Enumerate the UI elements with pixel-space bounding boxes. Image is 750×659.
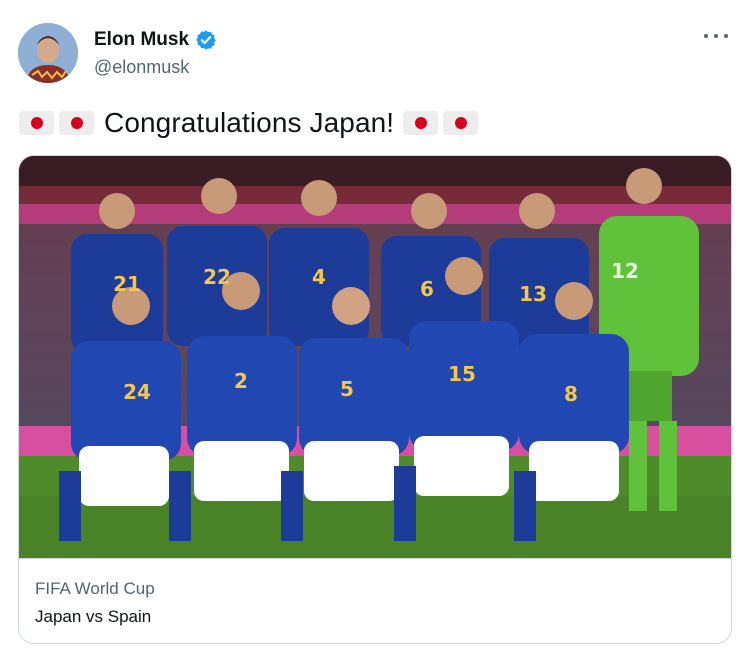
tweet-text: Congratulations Japan!: [104, 107, 395, 138]
jersey-number: 12: [611, 259, 639, 283]
jersey-number: 8: [564, 382, 578, 406]
dot-icon: [714, 34, 718, 38]
card-footer[interactable]: FIFA World Cup Japan vs Spain: [19, 558, 731, 643]
author-handle[interactable]: @elonmusk: [94, 57, 217, 78]
card-title: Japan vs Spain: [35, 607, 152, 626]
author-name[interactable]: Elon Musk: [94, 29, 189, 51]
jersey-number: 24: [123, 380, 151, 404]
dot-icon: [704, 34, 708, 38]
jersey-number: 5: [340, 377, 354, 401]
verified-badge-icon: [196, 30, 216, 50]
jersey-number: 13: [519, 282, 547, 306]
team-photo: 21 22 4 6 13 12 24 2 5 15 8: [19, 156, 731, 558]
jersey-number: 15: [448, 362, 476, 386]
tweet: Elon Musk @elonmusk Congratulations Japa…: [0, 0, 750, 659]
jersey-number: 21: [113, 272, 141, 296]
jersey-number: 6: [420, 277, 434, 301]
link-card[interactable]: 21 22 4 6 13 12 24 2 5 15 8 FIFA World C…: [18, 155, 732, 644]
jersey-number: 22: [203, 265, 231, 289]
more-options-button[interactable]: [704, 26, 728, 46]
card-source: FIFA World Cup: [35, 579, 155, 598]
dot-icon: [724, 34, 728, 38]
japan-flag-icon: [403, 111, 439, 135]
jersey-number: 2: [234, 369, 248, 393]
jersey-number: 4: [312, 265, 326, 289]
tweet-text-row: Congratulations Japan!: [19, 104, 483, 142]
avatar[interactable]: [18, 23, 78, 83]
author-block: Elon Musk @elonmusk: [94, 28, 217, 78]
japan-flag-icon: [59, 111, 94, 135]
avatar-image: [18, 23, 78, 83]
japan-flag-icon: [443, 111, 479, 135]
name-row: Elon Musk: [94, 28, 217, 52]
japan-flag-icon: [19, 111, 54, 135]
